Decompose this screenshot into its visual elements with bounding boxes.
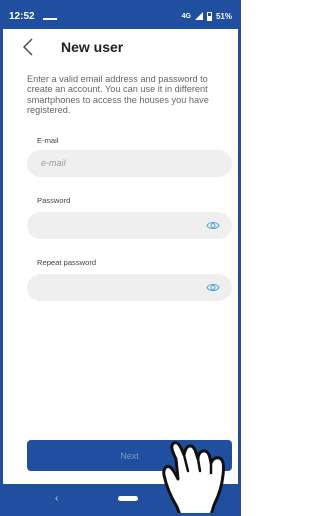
- app-screen: 12:52 4G 51% New user Enter a valid emai…: [3, 3, 238, 513]
- eye-icon[interactable]: [206, 282, 220, 293]
- email-label: E-mail: [37, 136, 59, 145]
- status-time: 12:52: [9, 10, 35, 22]
- network-type: 4G: [181, 12, 191, 20]
- repeat-password-field[interactable]: [27, 274, 232, 301]
- instructions-text: Enter a valid email address and password…: [27, 74, 209, 115]
- page-title: New user: [61, 39, 124, 55]
- pointing-hand-icon: [162, 441, 225, 513]
- password-field[interactable]: [27, 212, 232, 239]
- status-left: 12:52: [9, 11, 57, 22]
- page-header: New user: [3, 29, 238, 65]
- repeat-password-label: Repeat password: [37, 258, 97, 267]
- back-chevron-icon[interactable]: [13, 32, 43, 62]
- signal-icon: [194, 12, 203, 20]
- password-label: Password: [37, 196, 71, 205]
- status-right: 4G 51%: [181, 11, 232, 21]
- email-placeholder: e-mail: [41, 158, 66, 168]
- eye-icon[interactable]: [206, 220, 220, 231]
- device-frame: 12:52 4G 51% New user Enter a valid emai…: [0, 0, 241, 516]
- nav-home-icon[interactable]: [118, 496, 138, 501]
- notification-dash-icon: [42, 18, 57, 20]
- battery-percent: 51%: [215, 11, 232, 21]
- nav-back-icon[interactable]: ‹: [55, 493, 58, 504]
- status-bar: 12:52 4G 51%: [3, 3, 238, 29]
- battery-icon: [206, 11, 212, 21]
